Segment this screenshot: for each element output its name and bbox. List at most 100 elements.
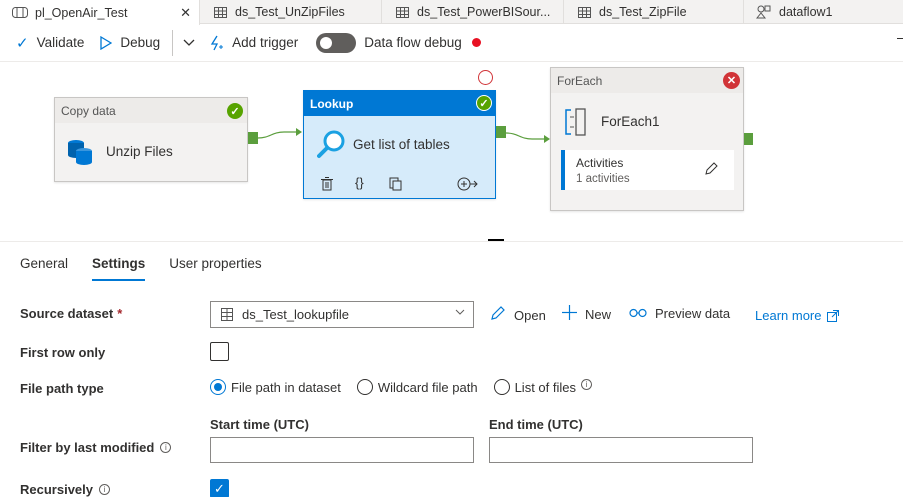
copy-data-title: Unzip Files [106, 144, 173, 159]
radio-label: File path in dataset [231, 379, 341, 395]
recursively-label: Recursively i [20, 482, 110, 497]
add-output-icon[interactable] [457, 177, 479, 194]
add-trigger-button[interactable]: Add trigger [201, 24, 306, 62]
pipeline-canvas[interactable]: Copy data ✓ Unzip Files Lookup ✓ Get lis… [0, 62, 903, 242]
connector-handle[interactable] [496, 126, 506, 138]
foreach-icon [565, 108, 587, 139]
learn-more-label: Learn more [755, 308, 822, 323]
tab-ds-powerbi[interactable]: ds_Test_PowerBISour... [382, 0, 564, 24]
first-row-only-label: First row only [20, 345, 106, 360]
tab-label: ds_Test_PowerBISour... [417, 5, 551, 19]
tab-label: dataflow1 [779, 5, 833, 19]
activities-panel[interactable]: Activities 1 activities [561, 150, 734, 190]
end-time-label: End time (UTC) [489, 417, 583, 432]
connector-arrow [258, 128, 302, 139]
source-dataset-select[interactable]: ds_Test_lookupfile [210, 301, 474, 328]
tab-label: pl_OpenAir_Test [35, 5, 128, 20]
lookup-header: Lookup [304, 91, 495, 116]
radio-empty-icon [356, 379, 373, 395]
open-label: Open [514, 307, 546, 323]
info-icon[interactable]: i [581, 378, 592, 390]
error-icon: ✕ [723, 72, 740, 89]
open-button[interactable]: Open [490, 305, 546, 325]
learn-more-link[interactable]: Learn more [755, 308, 840, 323]
overflow-icon[interactable] [897, 38, 903, 39]
copy-data-header: Copy data [55, 98, 247, 123]
source-dataset-label: Source dataset * [20, 306, 122, 321]
dataset-icon [221, 308, 233, 321]
lookup-activity[interactable]: Lookup ✓ Get list of tables {} [303, 90, 496, 199]
copy-icon[interactable] [389, 177, 403, 194]
source-dataset-value: ds_Test_lookupfile [242, 307, 349, 322]
preview-data-button[interactable]: Preview data [629, 305, 730, 322]
breakpoint-circle[interactable] [478, 70, 493, 85]
radio-selected-icon [210, 379, 226, 395]
new-button[interactable]: New [562, 305, 611, 324]
end-time-input[interactable] [489, 437, 753, 463]
radio-list-of-files[interactable]: List of files i [493, 378, 592, 395]
foreach-header: ForEach [551, 68, 743, 93]
table-icon [576, 6, 592, 18]
tab-pipeline[interactable]: pl_OpenAir_Test ✕ [0, 0, 200, 25]
data-flow-debug-toggle[interactable]: Data flow debug [306, 24, 489, 62]
preview-data-label: Preview data [655, 306, 731, 321]
radio-empty-icon [493, 379, 510, 395]
connector-arrow [506, 132, 550, 143]
tab-settings[interactable]: Settings [92, 256, 146, 281]
delete-icon[interactable] [321, 177, 333, 194]
foreach-activity[interactable]: ForEach ✕ ForEach1 Activities 1 activiti… [550, 67, 744, 211]
validate-button[interactable]: ✓ Validate [0, 24, 92, 62]
tab-bar: pl_OpenAir_Test ✕ ds_Test_UnZipFiles ds_… [0, 0, 903, 25]
lookup-title: Get list of tables [353, 137, 450, 152]
database-icon [67, 138, 93, 169]
recursively-text: Recursively [20, 482, 93, 497]
recursively-checkbox[interactable]: ✓ [210, 479, 229, 497]
chevron-down-icon [455, 306, 465, 318]
tab-dataflow[interactable]: dataflow1 [744, 0, 903, 24]
glasses-icon [629, 305, 647, 322]
close-icon[interactable]: ✕ [180, 5, 191, 21]
new-label: New [585, 307, 612, 322]
debug-dropdown-button[interactable] [177, 24, 201, 62]
tab-label: ds_Test_UnZipFiles [235, 5, 345, 19]
required-marker: * [117, 306, 123, 321]
debug-label: Debug [120, 35, 161, 50]
validate-label: Validate [36, 35, 85, 50]
foreach-title: ForEach1 [601, 114, 660, 129]
radio-file-path-in-dataset[interactable]: File path in dataset [210, 379, 341, 395]
plus-icon [562, 305, 577, 324]
panel-divider [0, 241, 903, 242]
tab-user-properties[interactable]: User properties [169, 256, 261, 281]
checkmark-icon: ✓ [16, 34, 29, 52]
checkmark-icon: ✓ [214, 480, 225, 496]
radio-wildcard-file-path[interactable]: Wildcard file path [356, 379, 478, 395]
first-row-only-checkbox[interactable] [210, 342, 229, 361]
tab-ds-zipfile[interactable]: ds_Test_ZipFile [564, 0, 744, 24]
toggle-switch[interactable] [316, 32, 357, 53]
connector-handle[interactable] [248, 132, 258, 144]
filter-label-text: Filter by last modified [20, 440, 155, 455]
debug-status-dot [471, 38, 481, 47]
tab-label: ds_Test_ZipFile [599, 5, 687, 19]
tab-ds-unzip[interactable]: ds_Test_UnZipFiles [200, 0, 382, 24]
pipeline-icon [12, 7, 28, 19]
debug-button[interactable]: Debug [92, 24, 168, 62]
edit-pencil-icon[interactable] [704, 162, 718, 179]
lookup-search-icon [317, 129, 347, 162]
radio-label: Wildcard file path [377, 379, 478, 395]
success-icon: ✓ [476, 95, 492, 111]
code-icon[interactable]: {} [355, 175, 364, 190]
tab-general[interactable]: General [20, 256, 68, 281]
connector-handle[interactable] [744, 133, 753, 145]
activities-count: 1 activities [576, 173, 630, 185]
copy-data-activity[interactable]: Copy data ✓ Unzip Files [54, 97, 248, 182]
properties-tabs: General Settings User properties [20, 256, 286, 281]
activities-label: Activities [576, 156, 624, 170]
info-icon[interactable]: i [160, 442, 172, 453]
start-time-input[interactable] [210, 437, 474, 463]
info-icon[interactable]: i [99, 484, 110, 495]
table-icon [212, 6, 228, 18]
start-time-label: Start time (UTC) [210, 417, 309, 432]
file-path-type-radio-group: File path in dataset Wildcard file path … [210, 378, 608, 395]
pencil-icon [490, 305, 506, 325]
